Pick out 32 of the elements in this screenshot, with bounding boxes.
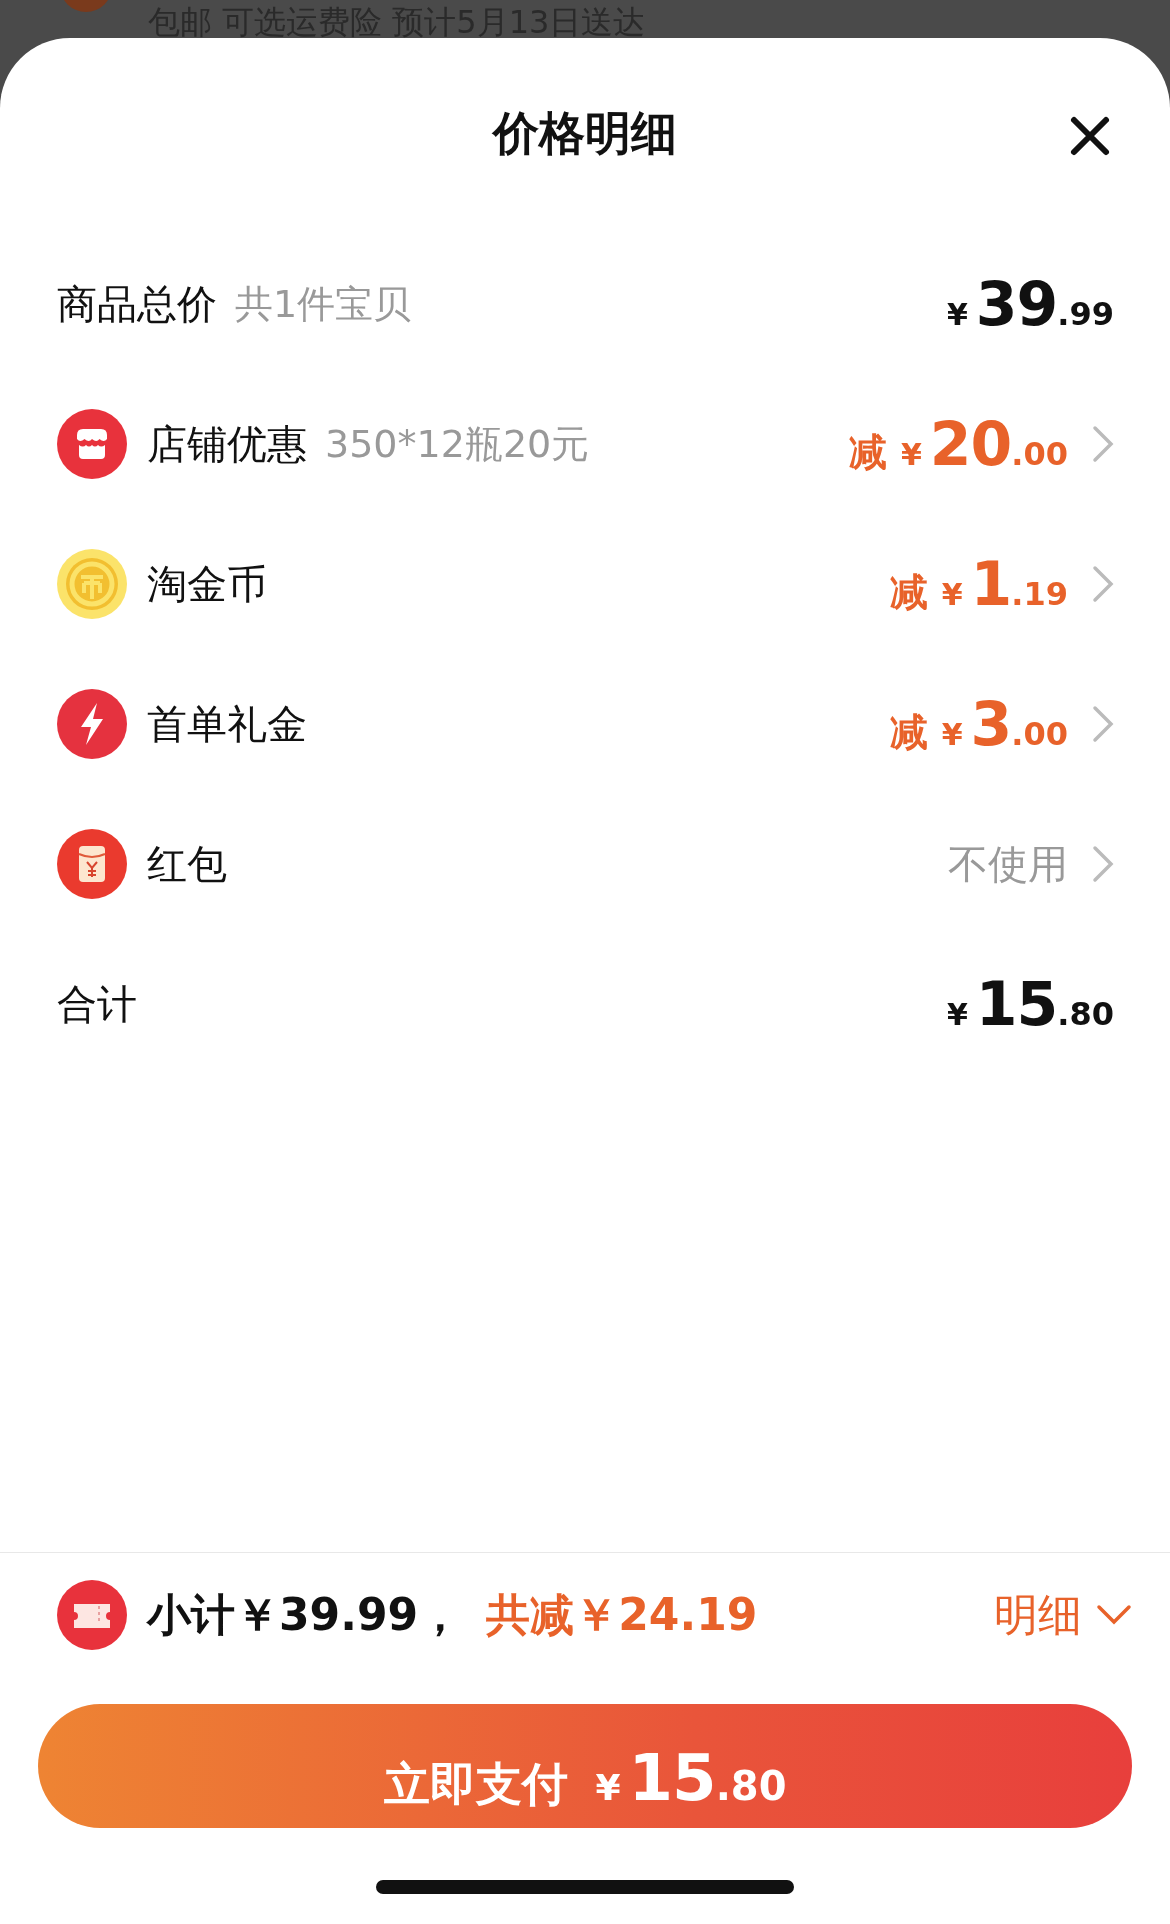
row-label: 淘金币: [147, 560, 267, 609]
discount-amount: ¥1.19: [941, 548, 1068, 621]
option-value: 不使用: [948, 840, 1068, 889]
price-text: ¥39.99: [946, 268, 1114, 341]
row-note: 共1件宝贝: [235, 280, 412, 328]
discount-label: 减: [889, 709, 928, 756]
coupon-icon: [57, 1579, 127, 1650]
chevron-right-icon: [1092, 565, 1114, 603]
details-link[interactable]: 明细: [994, 1581, 1132, 1648]
chevron-right-icon: [1092, 845, 1114, 883]
row-label: 店铺优惠: [147, 420, 307, 469]
chevron-right-icon: [1092, 425, 1114, 463]
discount-amount: ¥3.00: [941, 688, 1068, 761]
chevron-down-icon: [1096, 1603, 1132, 1626]
row-note: 350*12瓶20元: [325, 420, 590, 468]
row-label: 首单礼金: [147, 700, 307, 749]
discount-label: 减: [889, 569, 928, 616]
discount-label: 减: [848, 429, 887, 476]
row-label: 商品总价: [57, 280, 217, 329]
sheet-title: 价格明细: [493, 104, 677, 162]
price-text: ¥15.80: [946, 968, 1114, 1041]
chevron-right-icon: [1092, 705, 1114, 743]
coin-icon: [57, 549, 127, 619]
discount-amount: ¥20.00: [900, 408, 1068, 481]
subtotal-text: 小计￥39.99，: [147, 1587, 463, 1642]
lightning-icon: [57, 689, 127, 759]
total-discount-text: 共减￥24.19: [486, 1587, 758, 1642]
envelope-icon: [57, 829, 127, 899]
row-label: 红包: [147, 840, 227, 889]
pay-now-button[interactable]: 立即支付 ¥15.80: [38, 1704, 1132, 1828]
shop-icon: [57, 409, 127, 479]
row-label: 合计: [57, 980, 137, 1029]
